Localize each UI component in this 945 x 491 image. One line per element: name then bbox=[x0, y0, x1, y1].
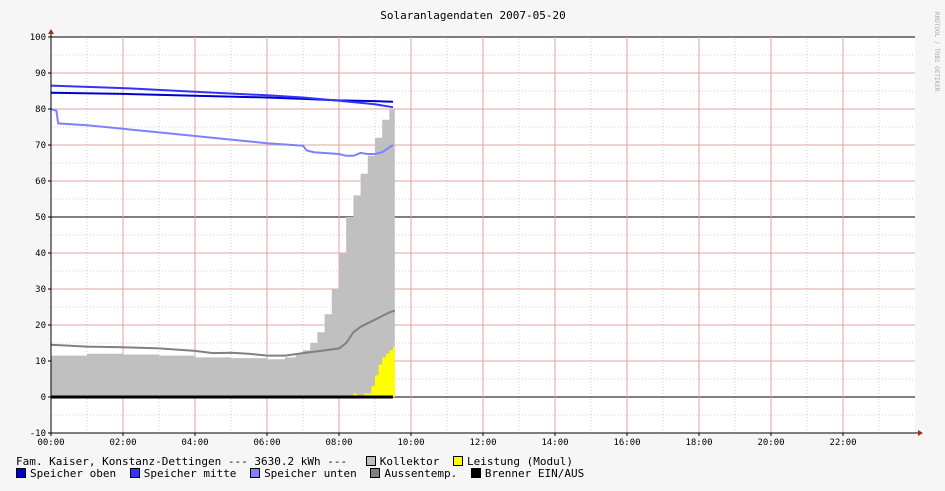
chart-title: Solaranlagendaten 2007-05-20 bbox=[380, 9, 565, 22]
y-tick-label: 30 bbox=[35, 285, 46, 295]
legend-item-aussentemp: Aussentemp. bbox=[370, 468, 457, 480]
y-tick-label: 20 bbox=[35, 321, 46, 331]
legend-swatch-brenner bbox=[470, 468, 481, 478]
legend-swatch-aussentemp bbox=[370, 468, 381, 478]
x-tick-label: 04:00 bbox=[181, 438, 208, 448]
x-tick-label: 02:00 bbox=[109, 438, 136, 448]
x-tick-label: 08:00 bbox=[325, 438, 352, 448]
legend-label-aussentemp: Aussentemp. bbox=[384, 467, 458, 480]
legend-item-brenner: Brenner EIN/AUS bbox=[470, 467, 585, 480]
y-tick-label: 90 bbox=[35, 69, 46, 79]
y-tick-label: 60 bbox=[35, 177, 46, 187]
y-tick-label: 80 bbox=[35, 105, 46, 115]
legend-item-speicher-unten: Speicher unten bbox=[250, 468, 357, 480]
chart-svg: Solaranlagendaten 2007-05-20 RRDTOOL / T… bbox=[0, 0, 945, 491]
y-tick-label: 10 bbox=[35, 357, 46, 367]
legend-item-speicher-oben: Speicher oben bbox=[16, 468, 116, 480]
y-tick-label: 0 bbox=[41, 393, 46, 403]
x-tick-label: 16:00 bbox=[613, 438, 640, 448]
legend-swatch-speicher-mitte bbox=[129, 468, 140, 478]
x-tick-label: 00:00 bbox=[37, 438, 64, 448]
legend-label-speicher-oben: Speicher oben bbox=[30, 467, 117, 480]
x-tick-label: 20:00 bbox=[757, 438, 784, 448]
x-tick-label: 22:00 bbox=[829, 438, 856, 448]
x-tick-label: 18:00 bbox=[685, 438, 712, 448]
chart-container: Solaranlagendaten 2007-05-20 RRDTOOL / T… bbox=[0, 0, 945, 491]
y-tick-label: 70 bbox=[35, 141, 46, 151]
y-tick-label: 100 bbox=[30, 33, 46, 43]
y-tick-label: 50 bbox=[35, 213, 46, 223]
legend-swatch-leistung bbox=[453, 456, 463, 466]
y-tick-label: 40 bbox=[35, 249, 46, 259]
legend-swatch-speicher-oben bbox=[16, 468, 26, 478]
x-tick-label: 14:00 bbox=[541, 438, 568, 448]
x-tick-label: 10:00 bbox=[397, 438, 424, 448]
side-credit: RRDTOOL / TOBI OETIKER bbox=[933, 12, 940, 92]
legend-swatch-speicher-unten bbox=[250, 468, 261, 478]
legend: Fam. Kaiser, Konstanz-Dettingen --- 3630… bbox=[16, 456, 591, 480]
legend-row-2: Speicher oben Speicher mitte Speicher un… bbox=[16, 468, 591, 480]
legend-label-brenner: Brenner EIN/AUS bbox=[484, 467, 585, 480]
legend-label-speicher-mitte: Speicher mitte bbox=[143, 467, 237, 480]
x-tick-label: 12:00 bbox=[469, 438, 496, 448]
legend-swatch-kollektor bbox=[365, 456, 376, 466]
legend-item-speicher-mitte: Speicher mitte bbox=[129, 467, 237, 480]
x-tick-label: 06:00 bbox=[253, 438, 280, 448]
legend-label-speicher-unten: Speicher unten bbox=[264, 467, 357, 480]
